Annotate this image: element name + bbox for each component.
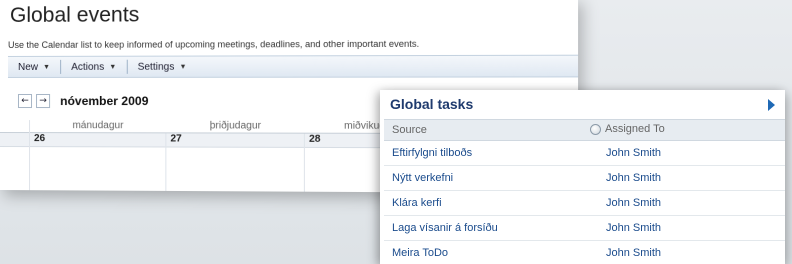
task-source-link[interactable]: Klára kerfi (392, 197, 442, 209)
month-label: nóvember 2009 (60, 93, 149, 109)
tasks-table-header: Source Assigned To (384, 119, 785, 141)
calendar-navigation: ← → nóvember 2009 (17, 93, 149, 109)
table-row: Laga vísanir á forsíðu John Smith (384, 217, 785, 241)
task-source-link[interactable]: Nýtt verkefni (392, 172, 453, 184)
task-source-link[interactable]: Meira ToDo (392, 247, 448, 259)
task-assignee-link[interactable]: John Smith (606, 222, 661, 234)
actions-menu-button[interactable]: Actions ▼ (61, 61, 126, 72)
chevron-down-icon: ▼ (109, 63, 117, 71)
table-row: Meira ToDo John Smith (384, 242, 785, 264)
chevron-down-icon: ▼ (43, 63, 51, 71)
new-label: New (17, 61, 39, 73)
day-header: mánudagur (72, 120, 124, 132)
day-number: 26 (30, 133, 166, 148)
day-header: þriðjudagur (209, 120, 262, 132)
task-source-link[interactable]: Laga vísanir á forsíðu (392, 222, 498, 234)
events-title: Global events (9, 3, 140, 27)
column-header-source[interactable]: Source (392, 124, 427, 136)
settings-menu-button[interactable]: Settings ▼ (127, 61, 196, 72)
chevron-down-icon: ▼ (179, 63, 187, 71)
radio-icon[interactable] (590, 123, 601, 135)
day-number: 27 (166, 133, 304, 148)
task-assignee-link[interactable]: John Smith (606, 197, 661, 209)
calendar-day-cell[interactable]: 26 (30, 133, 167, 191)
expand-arrow-icon[interactable] (768, 99, 775, 111)
calendar-day-cell[interactable]: 27 (166, 133, 305, 192)
global-tasks-panel: Global tasks Source Assigned To Eftirfyl… (380, 90, 785, 264)
task-source-link[interactable]: Eftirfylgni tilboðs (392, 147, 472, 159)
left-arrow-icon: ← (21, 96, 29, 107)
tasks-title[interactable]: Global tasks (390, 96, 473, 112)
task-assignee-link[interactable]: John Smith (606, 247, 661, 259)
table-row: Nýtt verkefni John Smith (384, 167, 785, 191)
new-menu-button[interactable]: New ▼ (8, 61, 60, 72)
calendar-week-margin (0, 120, 31, 191)
next-month-button[interactable]: → (36, 93, 51, 109)
assigned-to-label: Assigned To (605, 123, 665, 135)
task-assignee-link[interactable]: John Smith (606, 147, 661, 159)
task-assignee-link[interactable]: John Smith (606, 172, 661, 184)
table-row: Klára kerfi John Smith (384, 192, 785, 216)
table-row: Eftirfylgni tilboðs John Smith (384, 142, 785, 166)
settings-label: Settings (137, 61, 175, 73)
right-arrow-icon: → (39, 96, 47, 107)
events-description: Use the Calendar list to keep informed o… (7, 38, 420, 50)
events-toolbar: New ▼ Actions ▼ Settings ▼ (7, 54, 579, 78)
actions-label: Actions (71, 61, 105, 73)
column-header-assigned-to[interactable]: Assigned To (590, 123, 665, 135)
previous-month-button[interactable]: ← (17, 93, 33, 109)
